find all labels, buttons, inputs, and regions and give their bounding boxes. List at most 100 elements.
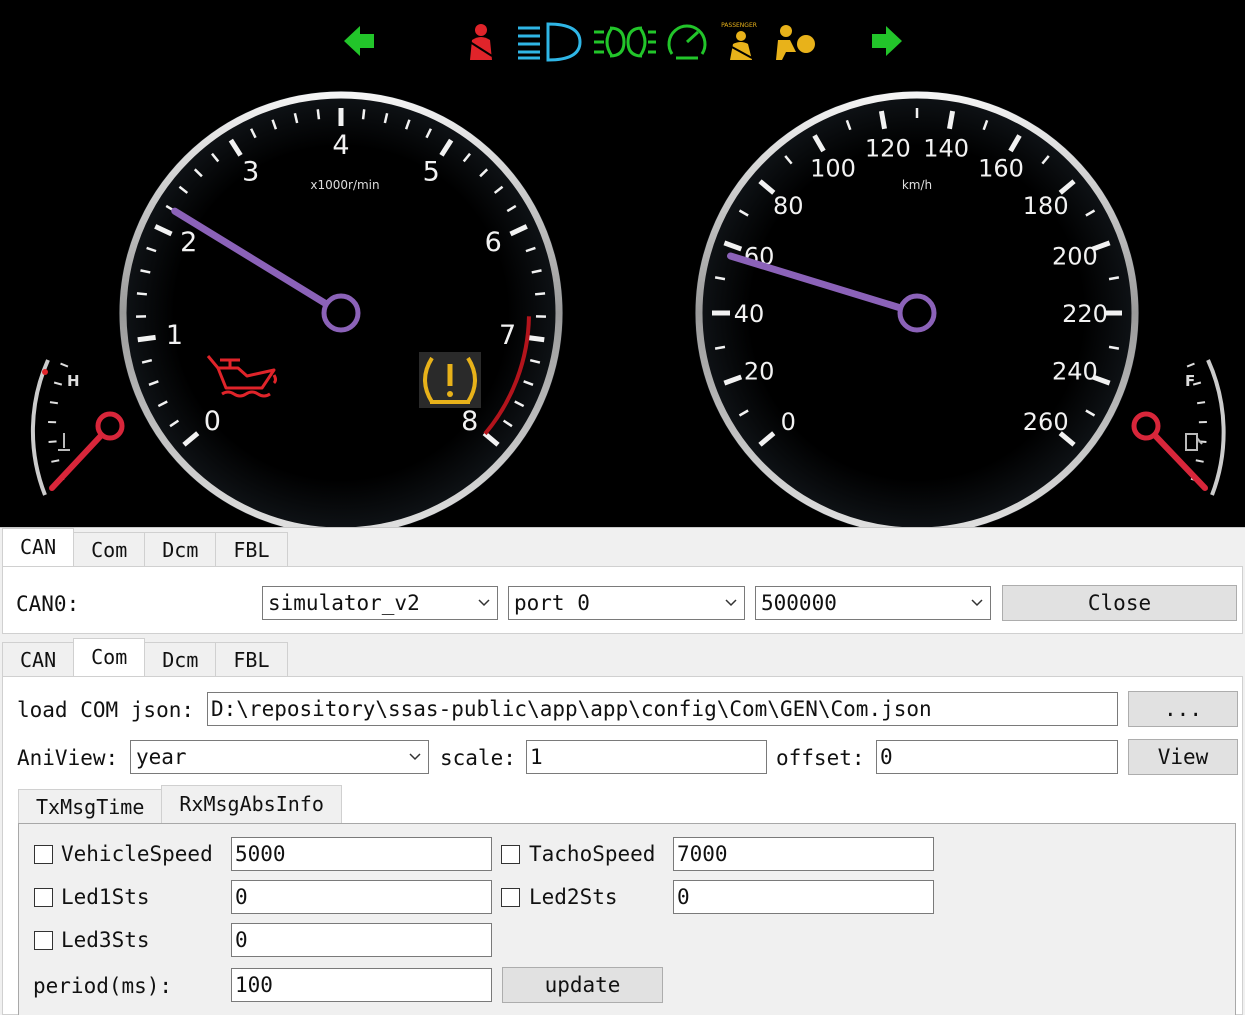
chevron-down-icon [478, 599, 490, 607]
tab-com[interactable]: Com [73, 638, 146, 676]
tab-fbl[interactable]: FBL [215, 642, 288, 676]
gauge-tick [1195, 459, 1204, 463]
scale-label: 6 [485, 227, 502, 258]
gauge-tick [49, 401, 59, 405]
tab-can[interactable]: CAN [2, 642, 75, 676]
airbag-icon [776, 25, 815, 60]
load-com-json-label: load COM json: [17, 698, 195, 722]
json-path-input[interactable]: D:\repository\ssas-public\app\app\config… [207, 692, 1118, 726]
high-beam-icon [518, 22, 582, 62]
scale-label: 0 [781, 408, 796, 436]
offset-input[interactable]: 0 [876, 740, 1118, 774]
device-select[interactable]: simulator_v2 [262, 586, 498, 620]
temperature-gauge: H [30, 359, 80, 496]
can-panel: CAN Com Dcm FBL CAN0: simulator_v2 port … [0, 527, 1245, 634]
update-button[interactable]: update [502, 967, 663, 1003]
parking-lights-icon [594, 26, 656, 58]
passenger-seatbelt-icon: PASSENGER [721, 22, 757, 60]
gauge-tick [53, 381, 63, 386]
minor-tick [1108, 276, 1120, 281]
tachospeed-label: TachoSpeed [529, 842, 656, 866]
minor-tick [316, 109, 321, 120]
tab-dcm[interactable]: Dcm [144, 532, 217, 566]
tab-rxmsgabsinfo[interactable]: RxMsgAbsInfo [161, 785, 342, 823]
tab-txmsgtime[interactable]: TxMsgTime [18, 789, 163, 823]
close-button[interactable]: Close [1002, 585, 1237, 621]
chevron-down-icon [971, 599, 983, 607]
minor-tick [534, 292, 546, 296]
aniview-select[interactable]: year [130, 740, 429, 774]
coolant-temperature-icon [58, 433, 70, 451]
vehiclespeed-input[interactable]: 5000 [231, 837, 492, 871]
tab-can[interactable]: CAN [2, 528, 75, 566]
scale-label: 7 [499, 320, 516, 351]
tachometer-unit: x1000r/min [310, 178, 379, 192]
gauge-tick [1196, 401, 1206, 405]
scale-label: 80 [773, 192, 804, 220]
gauge-tick [60, 362, 69, 368]
can-panel-tabs: CAN Com Dcm FBL [2, 528, 288, 566]
offset-label: offset: [776, 746, 865, 770]
led2sts-label: Led2Sts [529, 885, 618, 909]
led1sts-checkbox[interactable] [34, 888, 53, 907]
major-tick [878, 110, 887, 130]
baudrate-select[interactable]: 500000 [755, 586, 991, 620]
scale-label: 260 [1023, 408, 1069, 436]
tachospeed-input[interactable]: 7000 [673, 837, 934, 871]
port-select[interactable]: port 0 [508, 586, 745, 620]
aniview-label: AniView: [17, 746, 119, 770]
scale-label: 120 [865, 135, 911, 163]
com-panel: CAN Com Dcm FBL load COM json: D:\reposi… [0, 634, 1245, 1015]
led1sts-input[interactable]: 0 [231, 880, 492, 914]
period-input[interactable]: 100 [231, 968, 492, 1002]
fuel-full-label: F [1185, 372, 1195, 390]
tab-fbl[interactable]: FBL [215, 532, 288, 566]
vehiclespeed-checkbox[interactable] [34, 845, 53, 864]
scale-label: 2 [180, 227, 197, 258]
fuel-pump-icon [1185, 433, 1203, 451]
led3sts-checkbox[interactable] [34, 931, 53, 950]
scale-label: 4 [332, 130, 349, 161]
cruise-control-icon [667, 24, 707, 60]
aniview-select-value: year [136, 745, 187, 769]
gauge-tick [51, 459, 60, 463]
minor-tick [361, 109, 366, 120]
tire-pressure-warning-icon [419, 352, 481, 408]
led2sts-checkbox[interactable] [501, 888, 520, 907]
major-tick [947, 110, 956, 130]
baudrate-select-value: 500000 [761, 591, 837, 615]
device-select-value: simulator_v2 [268, 591, 420, 615]
minor-tick [714, 276, 726, 281]
can-channel-label: CAN0: [16, 592, 80, 616]
right-turn-arrow-icon [872, 26, 902, 56]
gauge-tick [1186, 362, 1195, 368]
led2sts-input[interactable]: 0 [673, 880, 934, 914]
tab-com[interactable]: Com [73, 532, 146, 566]
chevron-down-icon [725, 599, 737, 607]
speedometer-unit: km/h [902, 178, 932, 192]
message-subtabs: TxMsgTime RxMsgAbsInfo [18, 785, 342, 823]
scale-label: 1 [166, 320, 183, 351]
instrument-cluster: 012345678 x1000r/min 0 20 40 60 80 100 120 140 1… [0, 0, 1245, 527]
tachospeed-checkbox[interactable] [501, 845, 520, 864]
port-select-value: port 0 [514, 591, 590, 615]
led1sts-label: Led1Sts [61, 885, 150, 909]
scale-label: 3 [242, 156, 259, 187]
scale-input[interactable]: 1 [526, 740, 767, 774]
view-button[interactable]: View [1128, 739, 1238, 775]
scale-label: 220 [1062, 300, 1108, 328]
cluster-graphics: 012345678 x1000r/min 020406080100120 1401… [30, 22, 1226, 527]
temperature-hot-label: H [67, 372, 80, 390]
scale-label: 40 [734, 300, 765, 328]
led3sts-input[interactable]: 0 [231, 923, 492, 957]
seatbelt-icon [469, 24, 493, 60]
scale-label: 240 [1052, 357, 1098, 385]
chevron-down-icon [409, 753, 421, 761]
tab-dcm[interactable]: Dcm [144, 642, 217, 676]
browse-button[interactable]: ... [1128, 691, 1238, 727]
scale-label: 8 [461, 406, 478, 437]
gauge-tick [48, 440, 57, 443]
led3sts-label: Led3Sts [61, 928, 150, 952]
major-tick [137, 334, 156, 343]
scale-label: 160 [978, 155, 1024, 183]
